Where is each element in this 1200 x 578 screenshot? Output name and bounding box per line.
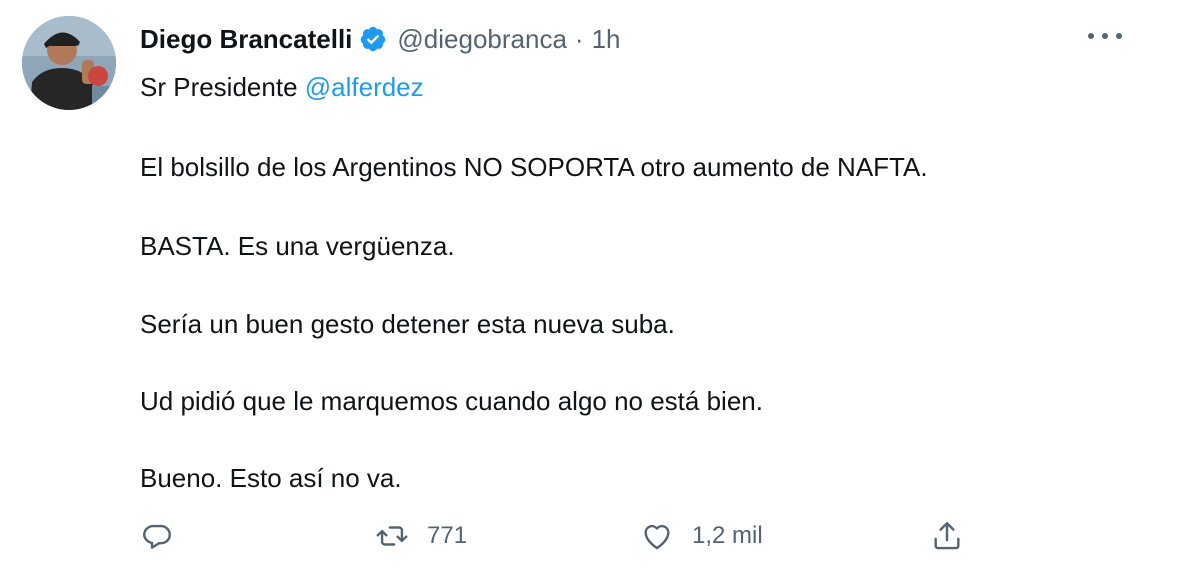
tweet-paragraph: El bolsillo de los Argentinos NO SOPORTA… <box>140 152 928 182</box>
like-button[interactable]: 1,2 mil <box>640 515 763 557</box>
share-icon <box>934 522 960 550</box>
retweet-icon <box>376 526 408 546</box>
share-button[interactable] <box>930 515 964 557</box>
avatar[interactable] <box>22 16 116 110</box>
heart-icon <box>644 524 670 550</box>
reply-icon <box>143 524 171 549</box>
tweet-paragraph: Bueno. Esto así no va. <box>140 463 402 493</box>
tweet-card[interactable]: Diego Brancatelli @diegobranca · 1h Sr P… <box>0 0 1200 578</box>
author-handle[interactable]: @diegobranca <box>397 24 567 55</box>
more-horizontal-icon[interactable] <box>1088 26 1122 46</box>
profile-photo <box>22 16 116 110</box>
author-display-name[interactable]: Diego Brancatelli <box>140 24 352 55</box>
separator-dot: · <box>574 23 584 54</box>
greeting-text: Sr Presidente <box>140 72 305 102</box>
reply-button[interactable] <box>140 515 174 557</box>
tweet-paragraph: BASTA. Es una vergüenza. <box>140 231 455 261</box>
mention-link[interactable]: @alferdez <box>305 72 424 102</box>
like-count: 1,2 mil <box>692 522 763 549</box>
retweet-count: 771 <box>427 522 468 549</box>
tweet-actions-bar: 771 1,2 mil <box>140 515 990 557</box>
tweet-timestamp[interactable]: 1h <box>592 24 621 55</box>
tweet-greeting-line: Sr Presidente @alferdez <box>140 68 424 106</box>
retweet-button[interactable]: 771 <box>375 515 467 557</box>
tweet-paragraph: Ud pidió que le marquemos cuando algo no… <box>140 386 763 416</box>
tweet-header: Diego Brancatelli @diegobranca · 1h <box>140 18 621 60</box>
tweet-paragraph: Sería un buen gesto detener esta nueva s… <box>140 309 675 339</box>
verified-badge-icon <box>359 25 387 53</box>
